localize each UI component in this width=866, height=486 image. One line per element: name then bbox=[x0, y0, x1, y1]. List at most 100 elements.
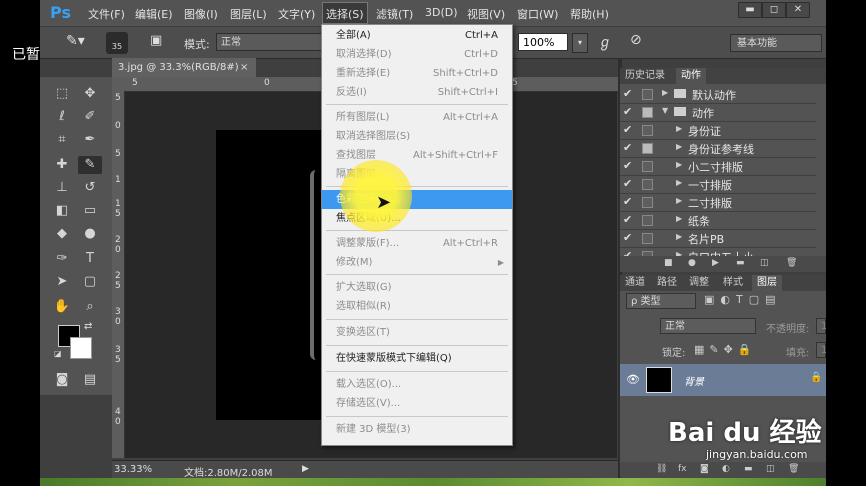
history-brush-icon[interactable]: ↺ bbox=[78, 179, 102, 197]
expand-triangle-icon[interactable]: ▶ bbox=[676, 214, 682, 223]
action-row[interactable]: ✔ ▶ 身份证 bbox=[620, 121, 816, 140]
menu-help[interactable]: 帮助(H) bbox=[570, 6, 609, 22]
action-check-icon[interactable]: ✔ bbox=[623, 177, 632, 190]
action-check-icon[interactable]: ✔ bbox=[623, 105, 632, 118]
type-tool-icon[interactable]: T bbox=[78, 250, 102, 268]
default-colors-icon[interactable]: ◪ bbox=[54, 349, 62, 358]
stop-icon[interactable]: ■ bbox=[664, 258, 673, 268]
lock-icons[interactable]: ▦✎✥🔒 bbox=[694, 343, 757, 356]
expand-triangle-icon[interactable]: ▶ bbox=[676, 160, 682, 169]
expand-triangle-icon[interactable]: ▶ bbox=[676, 196, 682, 205]
menu-item-16[interactable]: 载入选区(O)... bbox=[322, 375, 512, 394]
move-tool-icon[interactable]: ✥ bbox=[78, 85, 102, 103]
crop-tool-icon[interactable]: ⌗ bbox=[50, 131, 74, 149]
menu-item-1[interactable]: 取消选择(D) Ctrl+D bbox=[322, 45, 512, 64]
action-row[interactable]: ✔ ▶ 纸条 bbox=[620, 211, 816, 230]
dialog-toggle-icon[interactable] bbox=[642, 125, 653, 136]
menu-item-6[interactable]: 查找图层 Alt+Shift+Ctrl+F bbox=[322, 146, 512, 165]
menu-item-18[interactable]: 新建 3D 模型(3) bbox=[322, 420, 512, 439]
close-button[interactable]: ✕ bbox=[786, 2, 810, 18]
flow-dropdown-icon[interactable]: ▾ bbox=[572, 33, 588, 53]
play-icon[interactable]: ▶ bbox=[712, 258, 719, 268]
hand-tool-icon[interactable]: ✋ bbox=[50, 298, 74, 316]
lasso-tool-icon[interactable]: ℓ bbox=[50, 108, 74, 126]
status-menu-arrow-icon[interactable]: ▶ bbox=[302, 464, 309, 474]
action-check-icon[interactable]: ✔ bbox=[623, 87, 632, 100]
delete-icon[interactable]: 🗑 bbox=[786, 258, 797, 268]
quick-select-tool-icon[interactable]: ✐ bbox=[78, 108, 102, 126]
expand-triangle-icon[interactable]: ▶ bbox=[676, 142, 682, 151]
opacity-field[interactable]: 100% bbox=[816, 318, 826, 334]
eraser-tool-icon[interactable]: ◧ bbox=[50, 202, 74, 220]
action-row[interactable]: ✔ ▶ 小二寸排版 bbox=[620, 157, 816, 176]
menu-item-14[interactable]: 变换选区(T) bbox=[322, 323, 512, 342]
tab-layers[interactable]: 图层 bbox=[752, 275, 782, 291]
path-select-icon[interactable]: ➤ bbox=[50, 273, 74, 291]
maximize-button[interactable]: ◻ bbox=[762, 2, 786, 18]
minimize-button[interactable]: ▬ bbox=[738, 2, 762, 18]
tab-adjustments[interactable]: 调整 bbox=[684, 275, 714, 291]
action-row[interactable]: ✔ ▶ 一寸排版 bbox=[620, 175, 816, 194]
menu-view[interactable]: 视图(V) bbox=[467, 6, 505, 22]
new-action-icon[interactable]: ◫ bbox=[760, 258, 769, 268]
menu-item-12[interactable]: 扩大选取(G) bbox=[322, 278, 512, 297]
expand-triangle-icon[interactable]: ▶ bbox=[676, 178, 682, 187]
dialog-toggle-icon[interactable] bbox=[642, 161, 653, 172]
shape-tool-icon[interactable]: ▢ bbox=[78, 273, 102, 291]
expand-triangle-icon[interactable]: ▼ bbox=[662, 106, 668, 115]
menu-filter[interactable]: 滤镜(T) bbox=[376, 6, 413, 22]
blur-tool-icon[interactable]: ◆ bbox=[50, 225, 74, 243]
menu-item-3[interactable]: 反选(I) Shift+Ctrl+I bbox=[322, 83, 512, 102]
menu-select[interactable]: 选择(S) bbox=[326, 6, 364, 22]
eyedropper-tool-icon[interactable]: ✒ bbox=[78, 131, 102, 149]
action-row[interactable]: ✔ ▶ 身份证参考线 bbox=[620, 139, 816, 158]
flow-field[interactable]: 100% bbox=[518, 33, 568, 51]
quick-mask-icon[interactable]: ◙ bbox=[50, 371, 74, 389]
action-check-icon[interactable]: ✔ bbox=[623, 159, 632, 172]
menu-item-17[interactable]: 存储选区(V)... bbox=[322, 394, 512, 413]
healing-brush-icon[interactable]: ✚ bbox=[50, 156, 74, 174]
background-color-swatch[interactable] bbox=[70, 337, 92, 359]
dodge-tool-icon[interactable]: ● bbox=[78, 225, 102, 243]
dialog-toggle-icon[interactable] bbox=[642, 107, 653, 118]
tab-paths[interactable]: 路径 bbox=[652, 275, 682, 291]
brush-tool-icon-active[interactable]: ✎ bbox=[78, 156, 102, 174]
clone-stamp-icon[interactable]: ⊥ bbox=[50, 179, 74, 197]
dialog-toggle-icon[interactable] bbox=[642, 197, 653, 208]
layer-row-background[interactable]: 👁 背景 🔒 bbox=[620, 364, 826, 396]
action-check-icon[interactable]: ✔ bbox=[623, 231, 632, 244]
menu-item-5[interactable]: 取消选择图层(S) bbox=[322, 127, 512, 146]
action-row[interactable]: ✔ ▶ 名片PB bbox=[620, 229, 816, 248]
document-close-icon[interactable]: × bbox=[240, 58, 248, 77]
brush-tool-icon[interactable]: ✎▾ bbox=[66, 33, 85, 49]
expand-triangle-icon[interactable]: ▶ bbox=[676, 124, 682, 133]
action-row[interactable]: ✔ ▼ 动作 bbox=[620, 103, 816, 122]
menu-3d[interactable]: 3D(D) bbox=[425, 6, 458, 19]
menu-type[interactable]: 文字(Y) bbox=[278, 6, 315, 22]
menu-item-0[interactable]: 全部(A) Ctrl+A bbox=[322, 26, 512, 45]
dialog-toggle-icon[interactable] bbox=[642, 89, 653, 100]
menu-item-13[interactable]: 选取相似(R) bbox=[322, 297, 512, 316]
dialog-toggle-icon[interactable] bbox=[642, 179, 653, 190]
dialog-toggle-icon[interactable] bbox=[642, 233, 653, 244]
tab-styles[interactable]: 样式 bbox=[718, 275, 748, 291]
menu-image[interactable]: 图像(I) bbox=[184, 6, 218, 22]
pressure-size-icon[interactable]: ⊘ bbox=[630, 32, 642, 48]
brush-panel-icon[interactable]: ▣ bbox=[150, 33, 162, 48]
document-tab[interactable]: 3.jpg @ 33.3%(RGB/8#) bbox=[112, 58, 256, 77]
menu-window[interactable]: 窗口(W) bbox=[517, 6, 558, 22]
action-check-icon[interactable]: ✔ bbox=[623, 195, 632, 208]
expand-triangle-icon[interactable]: ▶ bbox=[662, 88, 668, 97]
blend-mode-select[interactable]: 正常 bbox=[660, 318, 756, 334]
record-icon[interactable]: ● bbox=[688, 258, 696, 268]
mode-select[interactable]: 正常 bbox=[216, 33, 336, 51]
menu-item-2[interactable]: 重新选择(E) Shift+Ctrl+D bbox=[322, 64, 512, 83]
screen-mode-icon[interactable]: ▤ bbox=[78, 371, 102, 389]
menu-item-15[interactable]: 在快速蒙版模式下编辑(Q) bbox=[322, 349, 512, 368]
menu-edit[interactable]: 编辑(E) bbox=[135, 6, 173, 22]
dialog-toggle-icon[interactable] bbox=[642, 215, 653, 226]
tab-channels[interactable]: 通道 bbox=[620, 275, 650, 291]
menu-item-11[interactable]: 修改(M) ▶ bbox=[322, 253, 512, 272]
action-check-icon[interactable]: ✔ bbox=[623, 123, 632, 136]
dialog-toggle-icon[interactable] bbox=[642, 143, 653, 154]
